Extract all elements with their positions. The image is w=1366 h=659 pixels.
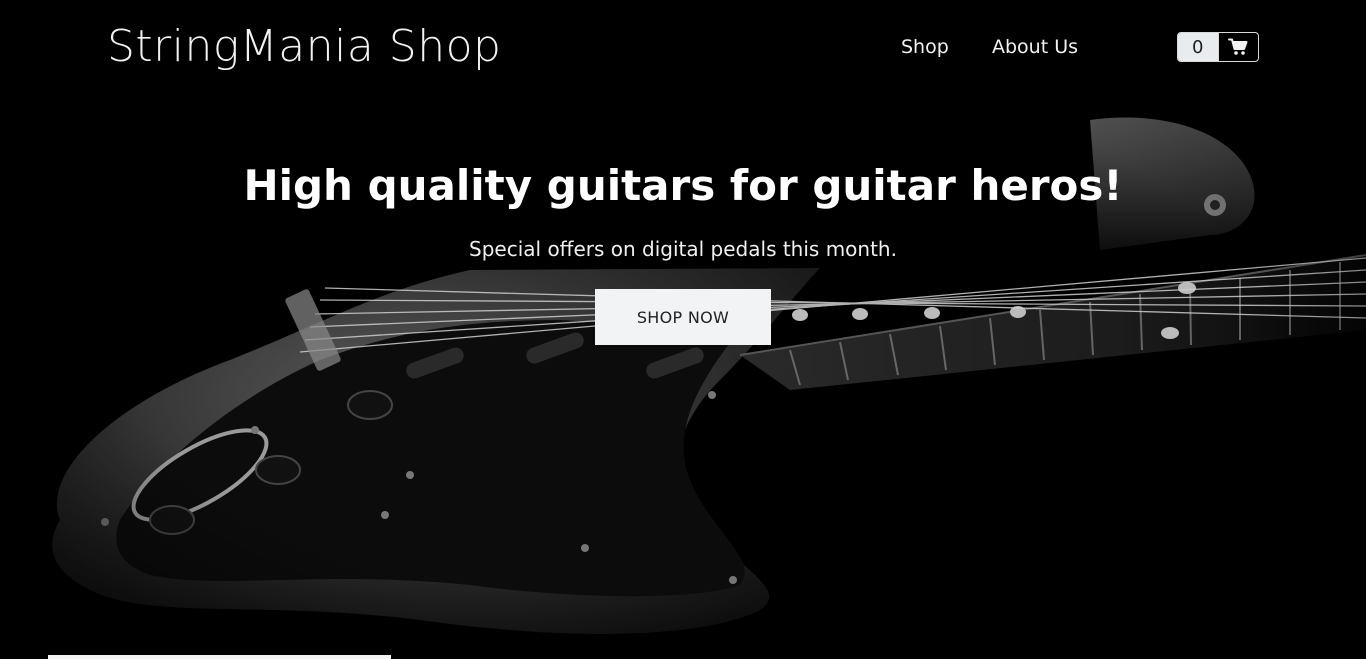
page: StringMania Shop Shop About Us 0 High qu… xyxy=(0,0,1366,659)
shop-now-button[interactable]: SHOP NOW xyxy=(595,289,771,345)
cart-button[interactable]: 0 xyxy=(1177,32,1259,62)
cart-count-badge: 0 xyxy=(1178,33,1219,61)
brand-logo[interactable]: StringMania Shop xyxy=(107,20,501,74)
shopping-cart-icon xyxy=(1219,33,1259,61)
hero-title: High quality guitars for guitar heros! xyxy=(243,161,1123,210)
bottom-content-edge xyxy=(48,655,391,659)
nav-link-shop[interactable]: Shop xyxy=(901,34,949,60)
hero-subtitle: Special offers on digital pedals this mo… xyxy=(469,237,897,261)
navbar: StringMania Shop Shop About Us 0 xyxy=(0,0,1366,95)
nav-link-about-us[interactable]: About Us xyxy=(992,34,1078,60)
